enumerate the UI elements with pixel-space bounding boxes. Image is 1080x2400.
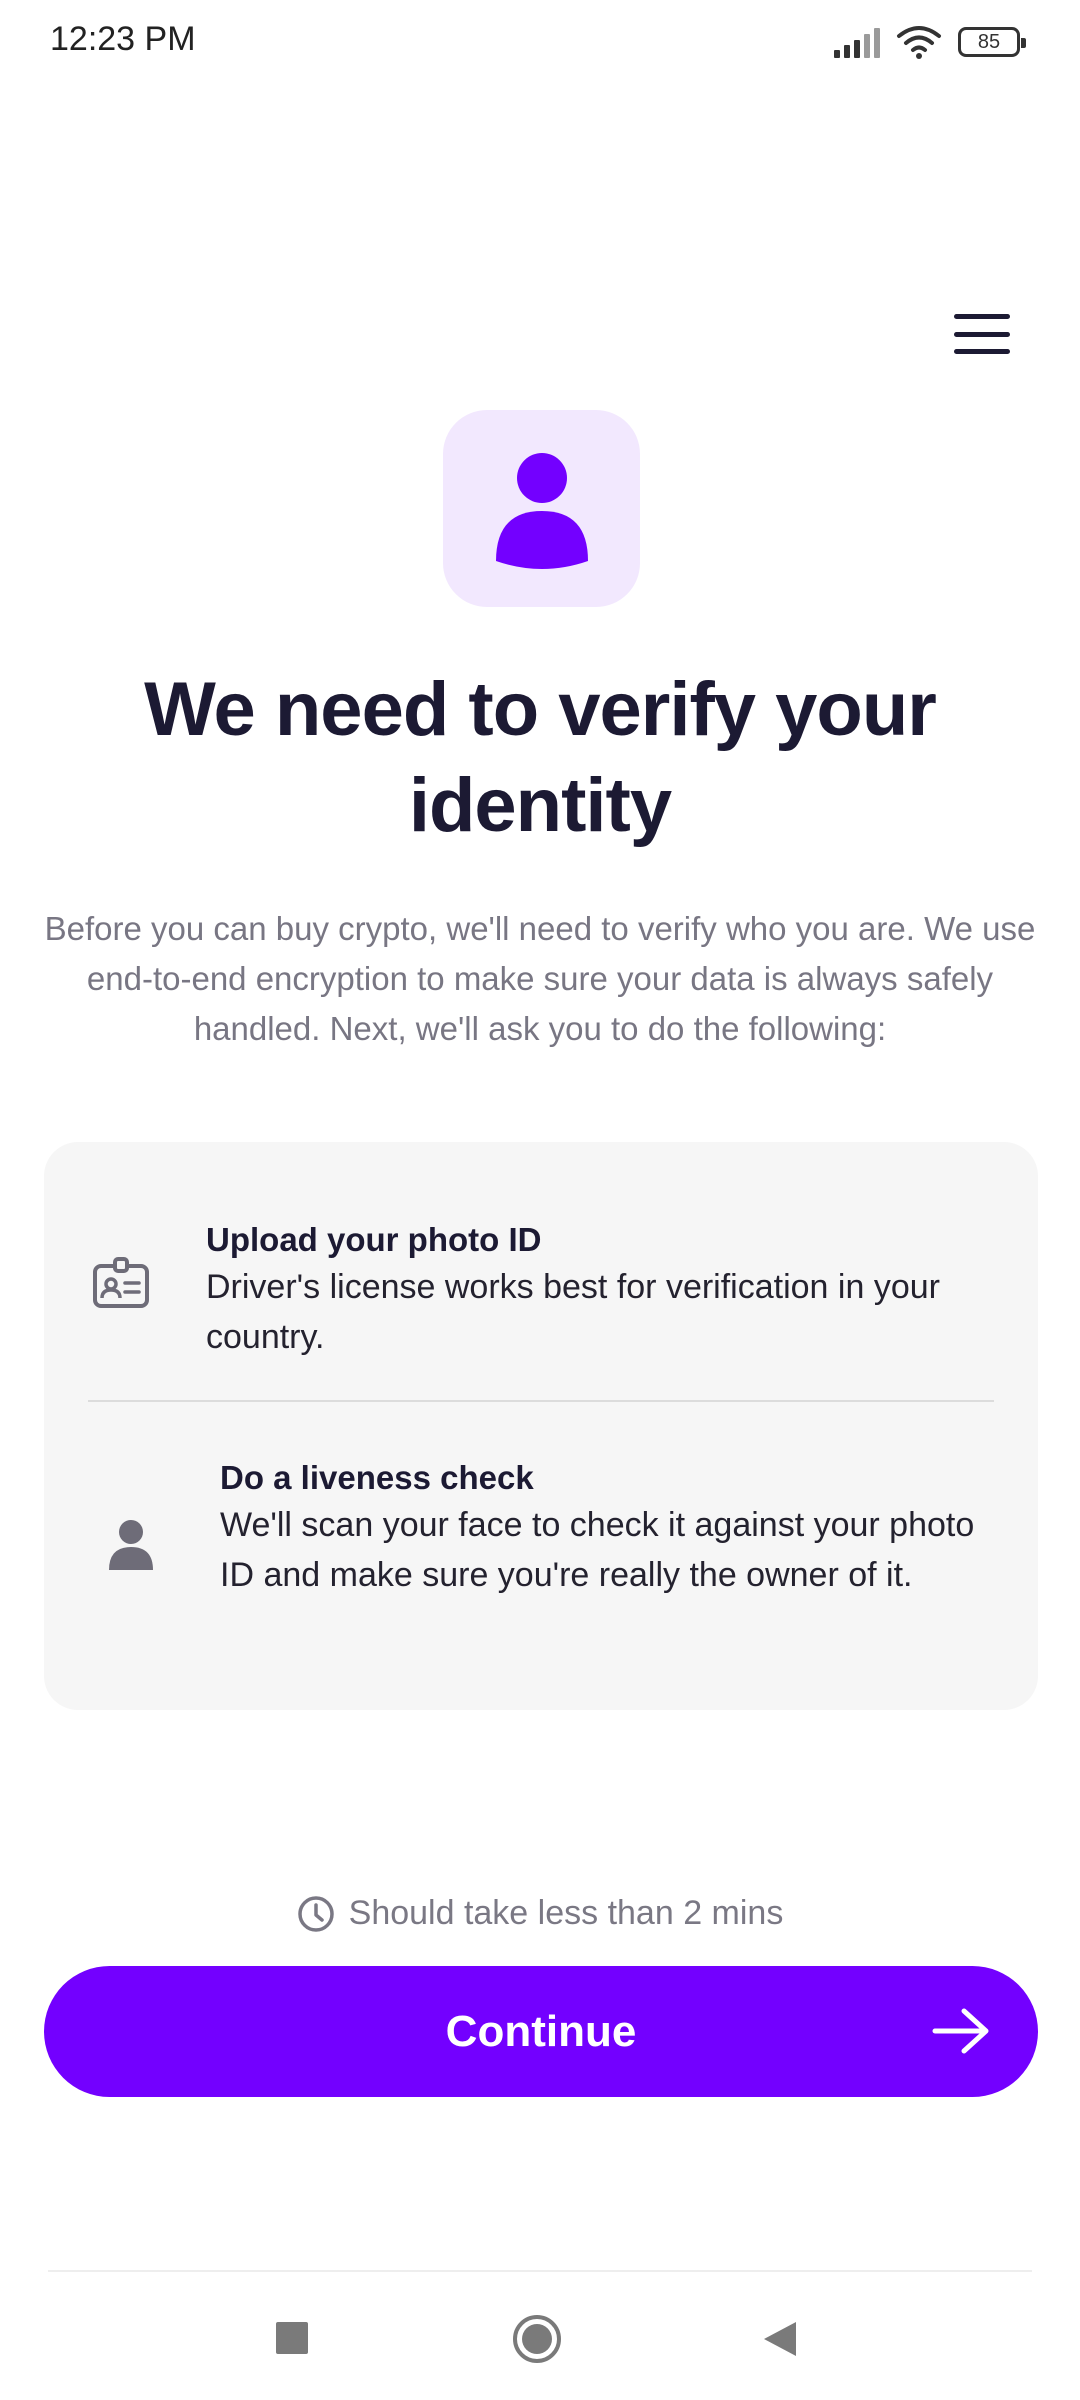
page-description: Before you can buy crypto, we'll need to… — [44, 910, 1036, 1047]
battery-icon: 85 — [958, 27, 1026, 57]
page-title: We need to verify your identity — [144, 667, 937, 848]
system-navigation-bar — [0, 2290, 1080, 2380]
wifi-icon — [897, 26, 941, 59]
card-divider — [88, 1400, 994, 1402]
clock-icon — [297, 1895, 334, 1932]
back-triangle-icon[interactable] — [762, 2320, 798, 2358]
user-icon — [496, 453, 588, 569]
recents-square-icon[interactable] — [274, 2320, 310, 2356]
nav-divider — [48, 2270, 1032, 2272]
status-bar: 12:23 PM 85 — [0, 0, 1080, 84]
step-title-upload-id: Upload your photo ID — [206, 1221, 542, 1258]
hamburger-menu-icon[interactable] — [952, 310, 1012, 358]
steps-card: Upload your photo ID Driver's license wo… — [44, 1142, 1038, 1710]
continue-button-label: Continue — [445, 2006, 637, 2056]
home-circle-icon[interactable] — [512, 2314, 562, 2364]
step-title-liveness: Do a liveness check — [220, 1459, 534, 1496]
step-description-liveness: We'll scan your face to check it against… — [220, 1506, 975, 1594]
time-hint: Should take less than 2 mins — [0, 1894, 1080, 1933]
id-card-icon — [93, 1257, 149, 1308]
status-time: 12:23 PM — [50, 20, 196, 58]
person-icon — [109, 1520, 153, 1570]
arrow-right-icon — [932, 2008, 989, 2054]
status-icons: 85 — [834, 22, 1026, 62]
signal-icon — [834, 26, 880, 58]
hero-icon-tile — [443, 410, 640, 607]
continue-button[interactable]: Continue — [44, 1966, 1038, 2097]
step-description-upload-id: Driver's license works best for verifica… — [206, 1268, 940, 1356]
battery-level: 85 — [977, 30, 1001, 53]
time-hint-text: Should take less than 2 mins — [348, 1894, 784, 1932]
